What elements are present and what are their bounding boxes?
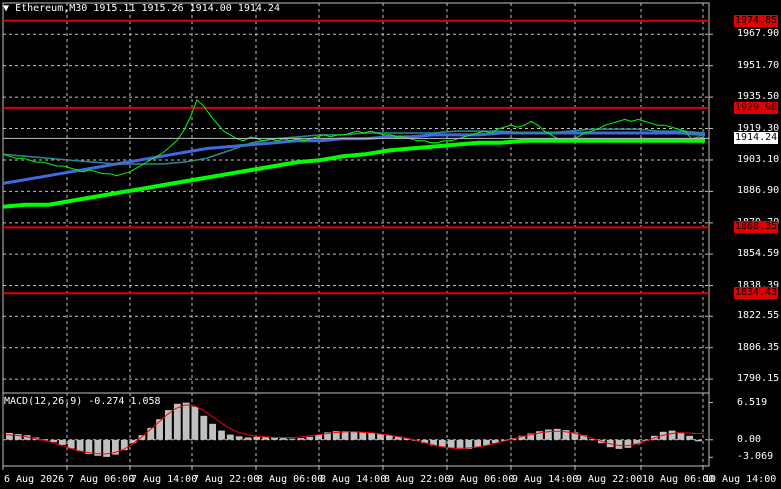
macd-bar — [350, 431, 358, 440]
time-label: 9 Aug 22:00 — [576, 474, 643, 485]
chart-canvas[interactable] — [0, 0, 781, 489]
macd-bar — [235, 436, 243, 440]
macd-bar — [624, 439, 632, 448]
macd-bar — [668, 430, 676, 440]
price-level-label: 1929.98 — [734, 101, 779, 114]
price-label: 1806.35 — [737, 341, 780, 353]
time-label: 9 Aug 14:00 — [512, 474, 579, 485]
price-label: 1951.70 — [737, 59, 780, 71]
macd-bar — [165, 410, 172, 440]
triangle-down-icon[interactable]: ▼ — [3, 3, 9, 14]
macd-axis-label: 0.00 — [737, 433, 762, 445]
price-label: 1903.10 — [737, 153, 780, 165]
macd-axis-label: 6.519 — [737, 396, 768, 408]
price-level-label: 1868.35 — [734, 221, 779, 234]
macd-axis-label: -3.069 — [737, 451, 774, 463]
time-label: 7 Aug 22:00 — [193, 474, 260, 485]
macd-bar — [244, 437, 252, 440]
price-label: 1935.50 — [737, 91, 780, 103]
macd-bar — [368, 432, 376, 440]
time-label: 8 Aug 06:00 — [257, 474, 324, 485]
macd-bar — [306, 436, 314, 440]
macd-bar — [226, 434, 234, 440]
macd-bar — [377, 434, 384, 440]
macd-bar — [297, 438, 305, 440]
price-label: 1967.90 — [737, 28, 780, 40]
current-price-label: 1914.24 — [734, 132, 779, 145]
macd-bar — [615, 439, 623, 449]
macd-bar — [191, 406, 199, 440]
macd-bar — [76, 439, 84, 452]
macd-bar — [6, 432, 13, 440]
price-label: 1854.59 — [737, 248, 780, 260]
macd-bar — [200, 415, 208, 440]
macd-indicator-label: MACD(12,26,9) -0.274 1.058 — [4, 396, 161, 407]
price-level-label: 1974.85 — [734, 14, 779, 27]
time-label: 6 Aug 2026 — [4, 474, 65, 485]
macd-bar — [279, 438, 287, 440]
macd-bar — [385, 435, 393, 440]
price-level-label: 1834.43 — [734, 287, 779, 300]
macd-signal-line — [5, 404, 705, 455]
time-label: 8 Aug 14:00 — [320, 474, 387, 485]
macd-bar — [695, 439, 702, 442]
macd-bar — [209, 423, 216, 440]
main-panel-frame — [2, 2, 710, 394]
chart-header: ▼ Ethereum,M30 1915.11 1915.26 1914.00 1… — [3, 3, 280, 15]
time-label: 8 Aug 22:00 — [384, 474, 451, 485]
time-label: 9 Aug 06:00 — [448, 474, 515, 485]
macd-bar — [456, 439, 464, 449]
price-label: 1790.15 — [737, 373, 780, 385]
macd-bar — [686, 435, 694, 440]
macd-bar — [59, 439, 66, 445]
time-label: 10 Aug 14:00 — [704, 474, 777, 485]
macd-bar — [67, 439, 75, 449]
macd-bar — [253, 436, 261, 440]
macd-bar — [447, 439, 455, 448]
macd-bar — [182, 402, 190, 440]
price-label: 1886.90 — [737, 185, 780, 197]
time-label: 7 Aug 14:00 — [131, 474, 198, 485]
macd-bar — [474, 439, 482, 448]
macd-bar — [218, 430, 225, 440]
time-label: 7 Aug 06:00 — [68, 474, 135, 485]
macd-bar — [288, 438, 296, 440]
macd-bar — [677, 432, 685, 440]
price-label: 1822.55 — [737, 310, 780, 322]
macd-bar — [156, 419, 163, 440]
macd-bar — [359, 432, 367, 440]
macd-bar — [553, 428, 561, 440]
symbol-ohlc-text: Ethereum,M30 1915.11 1915.26 1914.00 191… — [15, 3, 280, 14]
macd-bar — [438, 439, 446, 447]
